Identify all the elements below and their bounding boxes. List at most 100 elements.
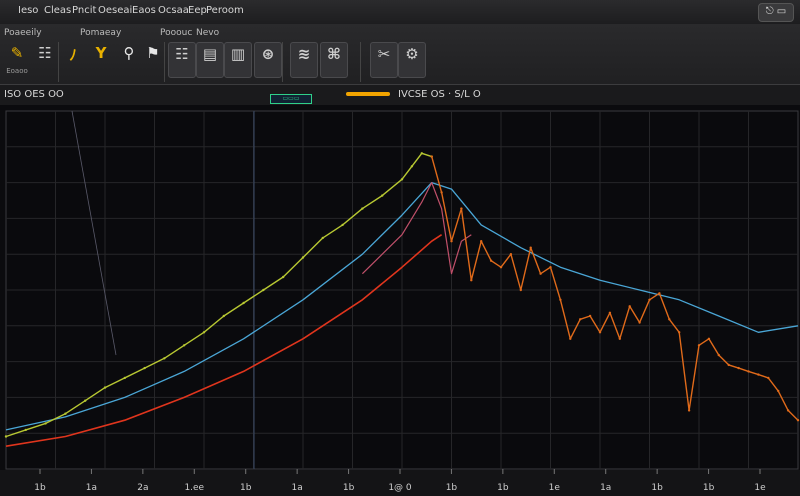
- flag-tool-button[interactable]: ⚑: [140, 42, 166, 76]
- menu-item-view[interactable]: Pncit: [72, 5, 96, 16]
- data-point: [499, 266, 503, 269]
- timeframe-label: ISO OES OO: [4, 89, 64, 100]
- layout-tool-button[interactable]: ☷: [32, 42, 58, 76]
- settings-tool-icon: ⚙: [405, 45, 419, 63]
- data-point: [44, 422, 47, 425]
- wave-tool-icon: ≋: [297, 45, 311, 63]
- data-point: [777, 389, 780, 393]
- x-tick-label: 1a: [600, 483, 611, 493]
- toolbar-group-label: Poaeeily: [4, 28, 42, 38]
- menu-item-charts[interactable]: Eaos: [132, 5, 156, 16]
- data-point: [262, 288, 265, 292]
- quote-readout: IVCSE OS · S/L O: [398, 89, 481, 100]
- data-point: [183, 344, 186, 347]
- data-point: [658, 292, 661, 295]
- data-point: [638, 321, 641, 324]
- search-tool-button[interactable]: ⚲: [116, 42, 142, 76]
- command-tool-button[interactable]: ⌘: [320, 42, 348, 78]
- flag-tool-icon: ⚑: [146, 44, 160, 62]
- x-tick-label: 1b: [497, 483, 509, 493]
- cut-tool-button[interactable]: ✂: [370, 42, 398, 78]
- x-tick-label: 1e: [754, 483, 766, 493]
- data-point: [341, 223, 344, 227]
- toolbar-group-label: Nevo: [196, 28, 220, 38]
- layout-tool-icon: ☷: [38, 44, 52, 62]
- data-point: [588, 314, 592, 318]
- data-point: [668, 318, 671, 321]
- toolbar-separator: [58, 42, 59, 82]
- data-point: [618, 337, 621, 340]
- data-point: [450, 240, 453, 243]
- menu-item-window[interactable]: Eep: [188, 5, 207, 16]
- command-tool-icon: ⌘: [327, 45, 341, 63]
- indicator-tool-icon: ⊛: [261, 45, 275, 63]
- x-tick-label: 1a: [86, 483, 97, 493]
- wave-tool-button[interactable]: ≋: [290, 42, 318, 78]
- data-point: [796, 419, 800, 422]
- data-point: [381, 194, 384, 197]
- data-point: [559, 298, 562, 301]
- toolbar-group-label: Pomaeay: [80, 28, 122, 38]
- data-point: [529, 246, 532, 249]
- data-point: [786, 409, 790, 412]
- data-point: [678, 331, 681, 334]
- x-tick-label: 1b: [446, 483, 458, 493]
- data-point: [361, 207, 364, 210]
- data-point: [123, 376, 127, 380]
- menu-item-edit[interactable]: Cleas: [44, 5, 71, 16]
- data-point: [321, 236, 324, 240]
- fork-tool-button[interactable]: Y: [88, 42, 114, 76]
- x-tick-label: 1b: [34, 483, 46, 493]
- x-tick-label: 1@ 0: [388, 483, 412, 493]
- x-tick-label: 1e: [549, 483, 561, 493]
- data-point: [717, 353, 720, 357]
- data-point: [767, 376, 770, 380]
- grid-tool-button[interactable]: ☷: [168, 42, 196, 78]
- toolbar-group-label: Pooouc: [160, 28, 193, 38]
- menu-item-tools[interactable]: Ocsaa: [158, 5, 189, 16]
- price-chart-panel[interactable]: 1b 1a 2a 1.ee 1b 1a 1b 1@ 0 1b 1b 1e 1a 1b 1b 1e: [0, 105, 800, 496]
- data-point: [569, 337, 572, 340]
- data-point: [24, 428, 27, 432]
- window-controls-button[interactable]: ⎋ ▭: [758, 3, 794, 22]
- columns-tool-icon: ▥: [230, 45, 246, 63]
- data-point: [509, 253, 513, 256]
- bars-tool-icon: ▤: [202, 45, 218, 63]
- data-point: [143, 366, 146, 370]
- data-point: [301, 256, 305, 259]
- data-point: [757, 373, 760, 376]
- menu-item-insert[interactable]: Oeseai: [98, 5, 132, 16]
- toolbar-separator: [360, 42, 361, 82]
- tool-caption: Eoaoo: [6, 67, 28, 75]
- data-point: [747, 370, 750, 373]
- data-point: [519, 288, 522, 292]
- trendline-tool-button[interactable]: ﾉ: [60, 42, 86, 76]
- menu-item-file[interactable]: Ieso: [18, 5, 38, 16]
- menu-item-help[interactable]: Peroom: [206, 5, 244, 16]
- menu-bar: Ieso Cleas Pncit Oeseai Eaos Ocsaa Eep P…: [0, 0, 800, 25]
- data-point: [549, 266, 552, 269]
- x-tick-label: 1b: [651, 483, 663, 493]
- x-tick-label: 1b: [343, 483, 355, 493]
- data-point: [470, 279, 473, 282]
- data-point: [103, 386, 107, 389]
- columns-tool-button[interactable]: ▥: [224, 42, 252, 78]
- x-tick-label: 2a: [137, 483, 148, 493]
- bars-tool-button[interactable]: ▤: [196, 42, 224, 78]
- zoom-indicator[interactable]: ▭▭▭: [270, 94, 312, 104]
- indicator-tool-button[interactable]: ⊛: [254, 42, 282, 78]
- data-point: [648, 298, 651, 301]
- data-point: [480, 240, 483, 243]
- data-point: [687, 409, 691, 412]
- price-chart[interactable]: 1b 1a 2a 1.ee 1b 1a 1b 1@ 0 1b 1b 1e 1a 1b 1b 1e: [0, 105, 800, 496]
- data-point: [489, 259, 493, 262]
- data-point: [242, 301, 245, 305]
- data-point: [202, 331, 206, 334]
- grid-tool-icon: ☷: [175, 45, 189, 63]
- pencil-tool-button[interactable]: ✎ Eoaoo: [4, 42, 30, 76]
- settings-tool-button[interactable]: ⚙: [398, 42, 426, 78]
- data-point: [420, 152, 423, 155]
- data-point: [737, 366, 740, 370]
- toolbar-separator: [164, 42, 165, 82]
- data-point: [727, 363, 730, 367]
